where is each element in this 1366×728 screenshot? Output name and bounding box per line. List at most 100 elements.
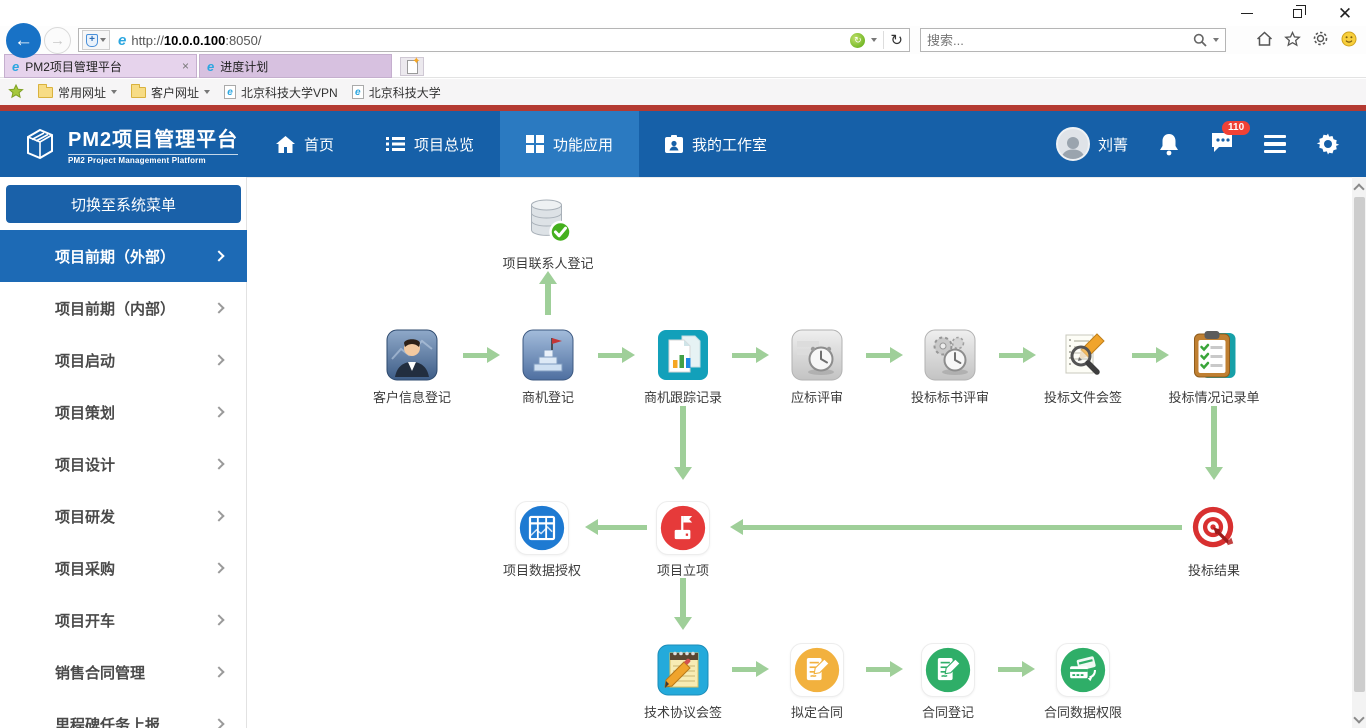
arrow-up <box>539 271 557 315</box>
flow-node-bid-record-sheet[interactable]: 投标情况记录单 <box>1168 328 1259 406</box>
flow-node-bid-result[interactable]: 投标结果 <box>1187 501 1241 579</box>
nav-my-workroom[interactable]: 我的工作室 <box>639 111 793 177</box>
favorites-bar-star-icon[interactable] <box>8 84 24 100</box>
search-input[interactable] <box>927 33 1187 48</box>
chevron-down-icon[interactable] <box>871 38 877 42</box>
notepad-pencil-tile-icon <box>656 643 710 697</box>
title-bar: ✕ <box>0 0 1366 28</box>
flow-node-project-data-auth[interactable]: 项目数据授权 <box>503 501 581 579</box>
tab-pm2[interactable]: e PM2项目管理平台 × <box>4 54 197 78</box>
doc-pencil-green-icon <box>921 643 975 697</box>
user-menu[interactable]: 刘菁 <box>1056 127 1128 161</box>
sidebar-item-procurement[interactable]: 项目采购 <box>0 542 247 594</box>
forward-button[interactable]: → <box>44 27 71 54</box>
scroll-up-icon[interactable] <box>1353 183 1364 194</box>
sidebar-item-planning[interactable]: 项目策划 <box>0 386 247 438</box>
tab-bar: e PM2项目管理平台 × e 进度计划 ✦ <box>0 54 1366 78</box>
chevron-right-icon <box>213 510 224 521</box>
sidebar: 切换至系统菜单 项目前期（外部） 项目前期（内部） 项目启动 项目策划 项目设计… <box>0 177 247 728</box>
add-favorites-shield[interactable]: + <box>82 30 110 50</box>
doc-pencil-amber-icon <box>790 643 844 697</box>
flow-node-contact-register[interactable]: 项目联系人登记 <box>502 194 593 272</box>
webpage-icon: e <box>224 85 236 99</box>
sidebar-item-design[interactable]: 项目设计 <box>0 438 247 490</box>
clipboard-checklist-icon <box>1187 328 1241 382</box>
sidebar-item-pre-internal[interactable]: 项目前期（内部） <box>0 282 247 334</box>
compatibility-view-icon[interactable]: ↻ <box>850 33 865 48</box>
arrow-right <box>866 347 903 363</box>
sidebar-item-rnd[interactable]: 项目研发 <box>0 490 247 542</box>
tab-schedule[interactable]: e 进度计划 <box>199 54 392 78</box>
feedback-smiley-icon[interactable] <box>1339 29 1358 48</box>
favorite-link-vpn[interactable]: e 北京科技大学VPN <box>224 84 338 101</box>
flow-node-bid-response-review[interactable]: 应标评审 <box>790 328 844 406</box>
sidebar-item-commissioning[interactable]: 项目开车 <box>0 594 247 646</box>
shield-plus-icon: + <box>86 34 98 47</box>
messages-button[interactable]: 110 <box>1210 131 1234 158</box>
close-button[interactable]: ✕ <box>1334 4 1356 22</box>
back-button[interactable]: ← <box>6 23 41 58</box>
chevron-down-icon <box>111 90 117 94</box>
nav-function-apps[interactable]: 功能应用 <box>500 111 639 177</box>
chevron-down-icon[interactable] <box>1213 38 1219 42</box>
vertical-scrollbar[interactable] <box>1352 177 1366 728</box>
ie-icon: e <box>118 32 126 49</box>
flow-node-opportunity-register[interactable]: 商机登记 <box>521 328 575 406</box>
flow-node-draft-contract[interactable]: 拟定合同 <box>790 643 844 721</box>
search-icon[interactable] <box>1193 33 1207 47</box>
favorite-folder-customer[interactable]: 客户网址 <box>131 84 210 101</box>
arrow-down <box>1205 406 1223 480</box>
favorite-folder-common[interactable]: 常用网址 <box>38 84 117 101</box>
refresh-icon[interactable]: ↻ <box>890 31 903 49</box>
chevron-right-icon <box>213 250 224 261</box>
sidebar-item-pre-external[interactable]: 项目前期（外部） <box>0 230 247 282</box>
new-tab-page-icon: ✦ <box>407 60 418 74</box>
flow-node-opportunity-tracking[interactable]: 商机跟踪记录 <box>644 328 722 406</box>
favorite-link-ustb[interactable]: e 北京科技大学 <box>352 84 441 101</box>
url-text[interactable]: http://10.0.0.100:8050/ <box>131 33 850 48</box>
flow-node-contract-register[interactable]: 合同登记 <box>921 643 975 721</box>
sidebar-item-milestone-report[interactable]: 里程碑任务上报 <box>0 698 247 728</box>
arrow-down <box>674 578 692 630</box>
restore-button[interactable] <box>1286 4 1308 22</box>
nav-home[interactable]: 首页 <box>250 111 360 177</box>
notifications-bell-icon[interactable] <box>1158 132 1180 156</box>
app-title: PM2项目管理平台 <box>68 123 238 152</box>
flow-node-customer-info[interactable]: 客户信息登记 <box>373 328 451 406</box>
scrollbar-thumb[interactable] <box>1354 197 1365 692</box>
sidebar-item-startup[interactable]: 项目启动 <box>0 334 247 386</box>
flow-node-contract-data-permission[interactable]: 合同数据权限 <box>1044 643 1122 721</box>
scroll-down-icon[interactable] <box>1353 712 1364 723</box>
switch-system-menu-button[interactable]: 切换至系统菜单 <box>6 185 241 223</box>
doc-magnifier-pencil-icon <box>1056 328 1110 382</box>
sidebar-item-sales-contract[interactable]: 销售合同管理 <box>0 646 247 698</box>
flow-node-project-initiation[interactable]: 项目立项 <box>656 501 710 579</box>
address-bar[interactable]: + e http://10.0.0.100:8050/ ↻ ↻ <box>78 28 910 52</box>
tab-close-icon[interactable]: × <box>182 59 189 73</box>
chevron-down-icon <box>204 90 210 94</box>
search-box[interactable] <box>920 28 1226 52</box>
flow-node-tech-agreement-countersign[interactable]: 技术协议会签 <box>644 643 722 721</box>
message-count-badge: 110 <box>1222 121 1250 135</box>
home-icon[interactable] <box>1255 29 1274 48</box>
pyramid-flag-icon <box>521 328 575 382</box>
app-logo[interactable]: PM2项目管理平台 PM2 Project Management Platfor… <box>0 123 250 165</box>
nav-project-overview[interactable]: 项目总览 <box>360 111 500 177</box>
arrow-left-long <box>730 519 1182 535</box>
minimize-button[interactable] <box>1236 4 1258 22</box>
grid-table-circle-icon <box>515 501 569 555</box>
flow-node-bid-document-review[interactable]: 投标标书评审 <box>911 328 989 406</box>
flow-node-bid-file-countersign[interactable]: 投标文件会签 <box>1044 328 1122 406</box>
app-subtitle: PM2 Project Management Platform <box>68 154 238 165</box>
settings-gear-icon[interactable] <box>1316 132 1340 156</box>
chevron-right-icon <box>213 354 224 365</box>
arrow-right <box>866 661 903 677</box>
settings-gear-icon[interactable] <box>1311 29 1330 48</box>
ie-icon: e <box>12 59 19 74</box>
favorites-star-icon[interactable] <box>1283 29 1302 48</box>
arrow-right <box>732 347 769 363</box>
new-tab-button[interactable]: ✦ <box>400 57 424 76</box>
hamburger-menu-icon[interactable] <box>1264 135 1286 154</box>
webpage-icon: e <box>352 85 364 99</box>
arrow-down <box>674 406 692 480</box>
